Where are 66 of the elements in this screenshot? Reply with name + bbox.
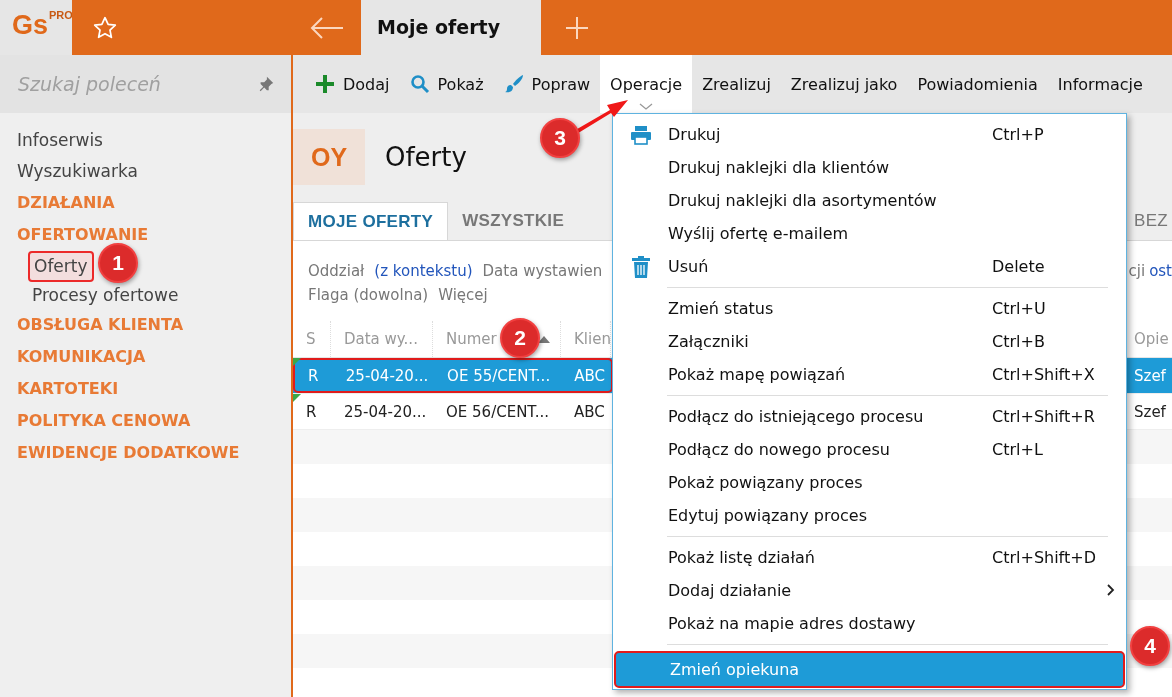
toolbar-button[interactable]: Popraw bbox=[493, 55, 601, 113]
menu-item[interactable]: Drukuj Ctrl+P bbox=[614, 118, 1125, 151]
tab[interactable]: MOJE OFERTY bbox=[293, 202, 449, 240]
pro-label: PRO bbox=[49, 9, 72, 21]
page-title: Oferty bbox=[385, 142, 467, 172]
back-arrow-icon[interactable] bbox=[309, 15, 345, 40]
menu-item[interactable]: Drukuj naklejki dla klientów bbox=[614, 151, 1125, 184]
search-icon bbox=[409, 74, 430, 94]
filter-link[interactable]: ost bbox=[1149, 259, 1172, 283]
menu-item[interactable]: Załączniki Ctrl+B bbox=[614, 325, 1125, 358]
menu-item[interactable]: Drukuj naklejki dla asortymentów bbox=[614, 184, 1125, 217]
printer-icon bbox=[630, 124, 652, 145]
toolbar-button[interactable]: Informacje bbox=[1047, 55, 1153, 113]
table-cell-text: OE 55/CENT... bbox=[446, 366, 552, 385]
tab[interactable]: Moje oferty bbox=[361, 0, 541, 55]
filter-label[interactable]: cji bbox=[1128, 259, 1146, 283]
menu-item[interactable]: Pokaż mapę powiązań Ctrl+Shift+X bbox=[614, 358, 1125, 391]
toolbar-button[interactable]: Zrealizuj bbox=[692, 55, 781, 113]
star-icon[interactable] bbox=[92, 14, 118, 41]
menu-item[interactable]: Zmień status Ctrl+U bbox=[614, 292, 1125, 325]
menu-item[interactable]: Podłącz do nowego procesu Ctrl+L bbox=[614, 433, 1125, 466]
pin-icon[interactable] bbox=[257, 75, 275, 93]
nav-item[interactable]: Infoserwis bbox=[17, 125, 103, 156]
toolbar-button[interactable]: Operacje bbox=[600, 55, 693, 113]
toolbar-button[interactable]: Powiadomienia bbox=[907, 55, 1048, 113]
nav-item[interactable]: Procesy ofertowe bbox=[28, 282, 183, 309]
menu-item[interactable]: Pokaż listę działań Ctrl+Shift+D bbox=[614, 541, 1125, 574]
filter-link[interactable]: (z kontekstu) bbox=[374, 259, 473, 283]
table-cell-text: R bbox=[307, 366, 320, 385]
menu-item[interactable]: Wyślij ofertę e-mailem bbox=[614, 217, 1125, 250]
menu-item[interactable]: Dodaj działanie bbox=[614, 574, 1125, 607]
nav-item[interactable]: Oferty bbox=[28, 251, 94, 282]
tab[interactable]: WSZYSTKIE bbox=[448, 202, 579, 240]
table-cell-text: Szef bbox=[1133, 366, 1166, 385]
brush-icon bbox=[503, 74, 524, 94]
plus-icon[interactable] bbox=[565, 15, 589, 40]
toolbar-button[interactable]: Zrealizuj jako bbox=[780, 55, 908, 113]
menu-item[interactable]: Edytuj powiązany proces bbox=[614, 499, 1125, 532]
filter-label[interactable]: Data wystawien bbox=[482, 259, 603, 283]
menu-item[interactable]: Usuń Delete bbox=[614, 250, 1125, 283]
search-box[interactable]: Szukaj poleceń bbox=[0, 55, 291, 113]
table-cell-text: 25-04-20... bbox=[343, 402, 428, 421]
toolbar-button[interactable]: Pokaż bbox=[399, 55, 494, 113]
table-cell-text: OE 56/CENT... bbox=[445, 402, 551, 421]
filter-label[interactable]: Więcej bbox=[438, 283, 488, 307]
chevron-icon bbox=[639, 103, 654, 111]
filter-label[interactable]: Flaga (dowolna) bbox=[308, 283, 429, 307]
table-cell-text: Szef bbox=[1133, 402, 1166, 421]
tab[interactable]: BEZ bbox=[1126, 202, 1172, 240]
filter-label[interactable]: Oddział bbox=[308, 259, 365, 283]
menu-item[interactable]: Pokaż powiązany proces bbox=[614, 466, 1125, 499]
trash-icon bbox=[632, 255, 650, 278]
table-cell-text: R bbox=[305, 402, 318, 421]
toolbar-button[interactable]: Dodaj bbox=[305, 55, 400, 113]
table-cell-text: 25-04-20... bbox=[344, 366, 430, 385]
table-cell-text: ABC bbox=[573, 366, 607, 385]
app-logo: Gs bbox=[12, 12, 49, 39]
sort-ascending-icon[interactable] bbox=[538, 335, 550, 343]
table-cell-text: ABC bbox=[573, 402, 606, 421]
plus-icon bbox=[315, 74, 335, 94]
menu-item[interactable]: Podłącz do istniejącego procesu Ctrl+Shift+R bbox=[614, 400, 1125, 433]
menu-item[interactable]: Pokaż na mapie adres dostawy bbox=[614, 607, 1125, 640]
nav-item[interactable]: Wyszukiwarka bbox=[17, 156, 138, 187]
search-field[interactable]: Szukaj poleceń bbox=[18, 73, 228, 95]
chevron-right-icon bbox=[1107, 584, 1115, 596]
module-code: OY bbox=[293, 129, 365, 185]
